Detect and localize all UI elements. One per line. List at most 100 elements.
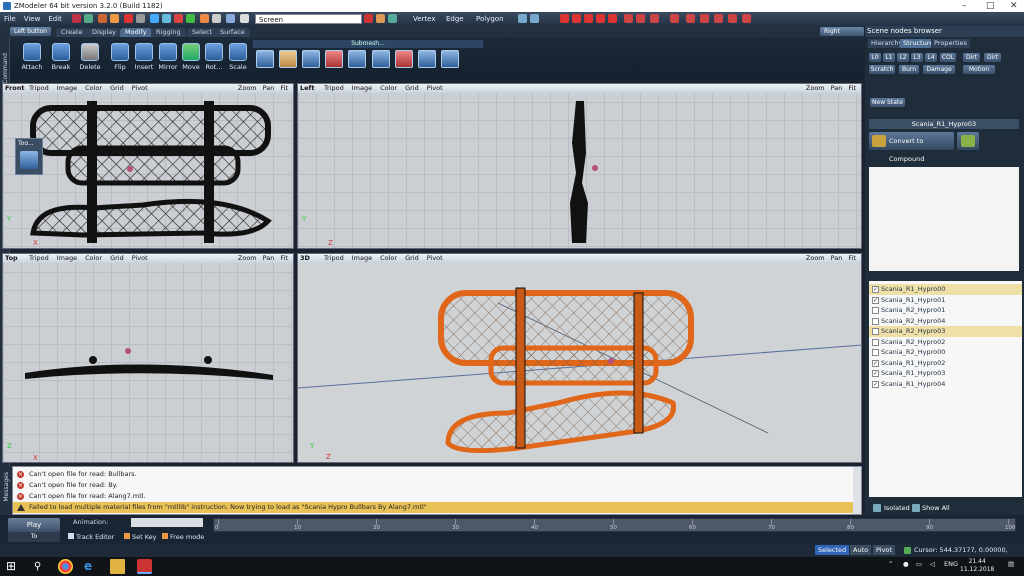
visibility-checkbox[interactable] (872, 328, 879, 335)
viewport-left-pan[interactable]: Pan (828, 84, 846, 93)
viewport-top[interactable]: Top Tripod Image Color Grid Pivot Zoom Pa… (2, 253, 294, 463)
scale-button[interactable]: Scale (225, 40, 251, 78)
close-icon[interactable]: ✕ (1010, 0, 1018, 12)
tab-rigging[interactable]: Rigging (151, 28, 186, 37)
search-icon[interactable]: ⚲ (34, 559, 49, 574)
view-tool-icon-9[interactable] (670, 14, 679, 23)
selection-mode-select[interactable]: Screen (255, 14, 362, 24)
view-tool-icon-12[interactable] (714, 14, 723, 23)
paste-icon[interactable] (174, 14, 183, 23)
lod-l4-button[interactable]: L4 (925, 53, 937, 62)
viewport-3d-menu-pivot[interactable]: Pivot (423, 254, 447, 263)
visibility-checkbox[interactable] (872, 338, 879, 346)
export-icon[interactable] (136, 14, 145, 23)
delete-button[interactable]: Delete (77, 40, 103, 78)
convert-to-compound-button[interactable]: Convert to Compound (869, 132, 954, 163)
volume-icon[interactable]: ◁ (930, 560, 935, 568)
viewport-top-menu-tripod[interactable]: Tripod (25, 254, 53, 263)
copy-icon[interactable] (162, 14, 171, 23)
view-tool-icon-5[interactable] (608, 14, 617, 23)
tree-item[interactable]: Scania_R2_Hypro01 (869, 305, 1022, 316)
language-indicator[interactable]: ENG (944, 560, 958, 568)
menu-view[interactable]: View (20, 15, 45, 23)
visibility-checkbox[interactable]: ✓ (872, 370, 879, 377)
menu-edit[interactable]: Edit (44, 15, 66, 23)
submesh-tool-8-icon[interactable] (418, 50, 436, 68)
break-button[interactable]: Break (48, 40, 74, 78)
edge-icon[interactable]: e (84, 559, 99, 574)
viewport-3d[interactable]: 3D Tripod Image Color Grid Pivot Zoom Pan… (297, 253, 862, 463)
viewport-3d-menu-tripod[interactable]: Tripod (320, 254, 348, 263)
tree-item[interactable]: Scania_R2_Hypro00 (869, 347, 1022, 358)
select-tool-icon[interactable] (364, 14, 373, 23)
col-button[interactable]: COL (940, 53, 956, 62)
save-icon[interactable] (110, 14, 119, 23)
rotate-button[interactable]: Rot... (201, 40, 227, 78)
viewport-3d-zoom[interactable]: Zoom (803, 254, 828, 263)
isolated-toggle[interactable]: Isolated (884, 501, 910, 515)
tree-item[interactable]: ✓ Scania_R1_Hypro00 (869, 284, 1022, 295)
viewport-left-menu-image[interactable]: Image (348, 84, 376, 93)
viewport-3d-menu-image[interactable]: Image (348, 254, 376, 263)
show-all-button[interactable]: Show All (922, 501, 950, 515)
scratch-button[interactable]: Scratch (869, 65, 895, 74)
visibility-checkbox[interactable] (872, 307, 879, 314)
lod-l0-button[interactable]: L0 (869, 53, 881, 62)
viewport-top-menu-pivot[interactable]: Pivot (128, 254, 152, 263)
submesh-tool-4-icon[interactable] (325, 50, 343, 68)
viewport-left-fit[interactable]: Fit (845, 84, 859, 93)
viewport-left[interactable]: Left Tripod Image Color Grid Pivot Zoom P… (297, 83, 862, 249)
taskbar-clock[interactable]: 21.44 11.12.2018 (960, 558, 994, 574)
grid-snap-icon[interactable] (530, 14, 539, 23)
tab-surface[interactable]: Surface (215, 28, 250, 37)
view-tool-icon-4[interactable] (596, 14, 605, 23)
tab-modify[interactable]: Modify (120, 28, 152, 37)
free-mode-button[interactable]: Free mode (162, 532, 204, 542)
select-mode-icon[interactable] (376, 14, 385, 23)
tree-item[interactable]: Scania_R2_Hypro03 (869, 326, 1022, 337)
viewport-left-menu-grid[interactable]: Grid (401, 84, 423, 93)
tree-item[interactable]: ✓ Scania_R1_Hypro02 (869, 358, 1022, 369)
import-icon[interactable] (124, 14, 133, 23)
track-editor-button[interactable]: Track Editor (68, 532, 114, 542)
select-all-icon[interactable] (388, 14, 397, 23)
visibility-checkbox[interactable]: ✓ (872, 380, 879, 388)
left-button-toggle[interactable]: Left button (10, 27, 51, 36)
render-icon[interactable] (186, 14, 195, 23)
view-tool-icon-1[interactable] (560, 14, 569, 23)
toolbox-undo-icon[interactable] (20, 151, 38, 169)
status-selected[interactable]: Selected (815, 545, 850, 555)
viewport-front-menu-image[interactable]: Image (53, 84, 81, 93)
lod-l1-button[interactable]: L1 (883, 53, 895, 62)
viewport-top-pan[interactable]: Pan (260, 254, 278, 263)
view-tool-icon-6[interactable] (624, 14, 633, 23)
visibility-checkbox[interactable]: ✓ (872, 296, 879, 304)
viewport-3d-pan[interactable]: Pan (828, 254, 846, 263)
tab-properties[interactable]: Properties (931, 39, 970, 48)
viewport-3d-fit[interactable]: Fit (845, 254, 859, 263)
notifications-icon[interactable]: ▤ (1008, 560, 1014, 568)
polygon-mode-button[interactable]: Polygon (476, 14, 504, 24)
viewport-front-pan[interactable]: Pan (260, 84, 278, 93)
vertex-mode-button[interactable]: Vertex (413, 14, 436, 24)
tray-up-icon[interactable]: ⌃ (888, 560, 893, 568)
viewport-left-menu-pivot[interactable]: Pivot (423, 84, 447, 93)
submesh-tool-5-icon[interactable] (348, 50, 366, 68)
animation-timeline[interactable]: 0 10 20 30 40 50 60 70 80 90 100 (213, 518, 1016, 532)
open-icon[interactable] (98, 14, 107, 23)
view-tool-icon-13[interactable] (728, 14, 737, 23)
viewport-front-menu-grid[interactable]: Grid (106, 84, 128, 93)
attach-button[interactable]: Attach (19, 40, 45, 78)
visibility-checkbox[interactable]: ✓ (872, 286, 879, 293)
tab-create[interactable]: Create (56, 28, 88, 37)
play-to-button[interactable]: To (8, 532, 60, 542)
menu-file[interactable]: File (0, 15, 20, 23)
status-pivot[interactable]: Pivot (873, 545, 895, 555)
viewport-front-fit[interactable]: Fit (277, 84, 291, 93)
new-state-button[interactable]: New State (870, 98, 905, 107)
visibility-checkbox[interactable] (872, 317, 879, 325)
set-key-button[interactable]: Set Key (124, 532, 157, 542)
messages-scrollbar[interactable] (853, 467, 861, 514)
view-tool-icon-11[interactable] (700, 14, 709, 23)
viewport-front-zoom[interactable]: Zoom (235, 84, 260, 93)
